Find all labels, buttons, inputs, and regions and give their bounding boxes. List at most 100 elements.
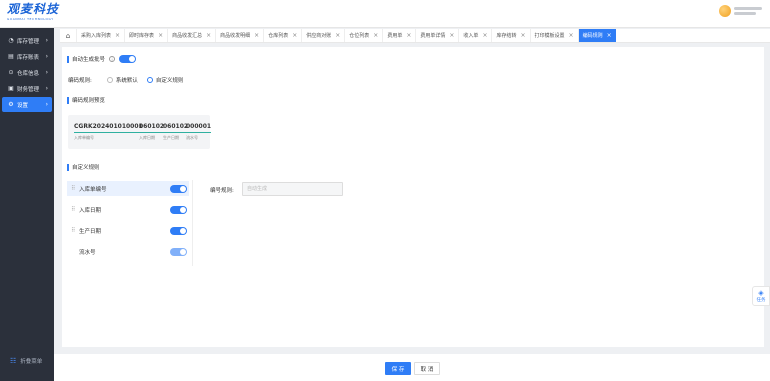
- drag-handle-icon[interactable]: ⠿: [71, 185, 79, 192]
- save-button[interactable]: 保 存: [385, 362, 411, 375]
- chevron-right-icon: ›: [45, 53, 48, 60]
- tab-supplier-reconcile[interactable]: 供应商对账 ×: [301, 29, 344, 42]
- tab-encoding-rules[interactable]: 编码规则 ×: [577, 29, 616, 42]
- drag-handle-icon: ⠿: [71, 248, 79, 255]
- section-marker: [67, 96, 69, 104]
- custom-rule-list: ⠿ 入库单编号 ⠿ 入库日期 ⠿ 生产日期 ⠿ 流水号: [67, 180, 193, 266]
- sidebar-item-label: 仓库信息: [17, 70, 40, 77]
- top-bar: 观麦科技 GUANMAI TECHNOLOGY: [0, 0, 770, 28]
- close-icon[interactable]: ×: [115, 32, 120, 39]
- close-icon[interactable]: ×: [254, 32, 259, 39]
- sidebar-item-inventory-management[interactable]: ◔ 库存管理 ›: [2, 33, 52, 48]
- close-icon[interactable]: ×: [292, 32, 297, 39]
- footer-bar: 保 存 取 消: [54, 354, 770, 381]
- rule-item-serial-number[interactable]: ⠿ 流水号: [67, 244, 189, 259]
- close-icon[interactable]: ×: [482, 32, 487, 39]
- preview-segment-caption: 生产日期: [163, 135, 179, 140]
- preview-title: 编码规则预览: [72, 98, 106, 104]
- close-icon[interactable]: ×: [158, 32, 163, 39]
- close-icon[interactable]: ×: [206, 32, 211, 39]
- sidebar-item-settings[interactable]: ⚙ 设置 ›: [2, 97, 52, 112]
- radio-custom-rule[interactable]: [146, 77, 153, 83]
- info-icon[interactable]: i: [109, 56, 116, 62]
- rule-toggle[interactable]: [170, 205, 187, 214]
- preview-title-row: 编码规则预览: [67, 96, 105, 104]
- tab-location-list[interactable]: 仓位列表 ×: [344, 29, 382, 42]
- radio-custom-rule-label[interactable]: 自定义规则: [156, 76, 184, 84]
- radio-system-default[interactable]: [106, 77, 113, 83]
- close-icon[interactable]: ×: [335, 32, 340, 39]
- task-float-button[interactable]: ◈ 任务: [752, 286, 770, 306]
- preview-segment-caption: 流水号: [186, 135, 198, 140]
- gear-icon: ⚙: [8, 101, 14, 108]
- rule-item-inbound-number[interactable]: ⠿ 入库单编号: [67, 181, 189, 196]
- chevron-right-icon: ›: [45, 101, 48, 108]
- radio-system-default-label[interactable]: 系统默认: [116, 76, 138, 84]
- section-marker: [67, 55, 69, 63]
- tab-label: 打印模板设置: [534, 33, 565, 39]
- rule-toggle[interactable]: [170, 184, 187, 193]
- ledger-icon: ▤: [8, 53, 14, 60]
- tab-realtime-stock[interactable]: 即时库存表 ×: [124, 29, 167, 42]
- main-content: 自动生成批号 i 编码规则: 系统默认 自定义规则 编码规则预览 CGRK202…: [62, 47, 764, 347]
- rule-field-input[interactable]: 自动生成: [242, 182, 343, 196]
- user-info-blurred: [734, 7, 762, 15]
- home-icon[interactable]: ⌂: [60, 32, 76, 40]
- close-icon[interactable]: ×: [607, 32, 612, 39]
- avatar[interactable]: [719, 5, 731, 17]
- preview-segment-value: 060102: [163, 123, 189, 133]
- auto-generate-toggle[interactable]: [119, 55, 137, 63]
- finance-icon: ▣: [8, 85, 14, 92]
- tab-goods-summary[interactable]: 商品收发汇总 ×: [167, 29, 215, 42]
- section-marker: [67, 163, 69, 171]
- rule-toggle[interactable]: [170, 247, 187, 256]
- close-icon[interactable]: ×: [449, 32, 454, 39]
- tab-stock-carryover[interactable]: 库存结转 ×: [491, 29, 529, 42]
- preview-segment: CGRK202401010001 入库单编号: [74, 123, 143, 141]
- tab-expense-detail[interactable]: 费用单详情 ×: [415, 29, 458, 42]
- tab-income[interactable]: 收入单 ×: [458, 29, 491, 42]
- preview-segment-value: 060102: [139, 123, 165, 133]
- close-icon[interactable]: ×: [520, 32, 525, 39]
- close-icon[interactable]: ×: [373, 32, 378, 39]
- sidebar-item-warehouse-info[interactable]: ⊙ 仓库信息 ›: [2, 65, 52, 80]
- collapse-menu-label: 折叠菜单: [20, 359, 43, 365]
- encoding-rule-row: 编码规则: 系统默认 自定义规则: [68, 76, 183, 84]
- sidebar-item-inventory-ledger[interactable]: ▤ 库存账表 ›: [2, 49, 52, 64]
- encoding-rule-label: 编码规则:: [68, 78, 92, 84]
- rule-item-label: 入库日期: [79, 207, 102, 214]
- drag-handle-icon[interactable]: ⠿: [71, 206, 79, 213]
- close-icon[interactable]: ×: [406, 32, 411, 39]
- tab-expense[interactable]: 费用单 ×: [382, 29, 415, 42]
- sidebar-item-finance[interactable]: ▣ 财务管理 ›: [2, 81, 52, 96]
- tab-warehouse-list[interactable]: 仓库列表 ×: [263, 29, 301, 42]
- preview-segment-value: CGRK202401010001: [74, 123, 143, 133]
- tab-label: 收入单: [463, 33, 479, 39]
- tab-label: 仓位列表: [349, 33, 370, 39]
- tab-label: 库存结转: [496, 33, 517, 39]
- tab-label: 即时库存表: [129, 33, 155, 39]
- rule-item-inbound-date[interactable]: ⠿ 入库日期: [67, 202, 189, 217]
- collapse-menu-button[interactable]: ☷ 折叠菜单: [10, 357, 42, 365]
- rule-item-label: 生产日期: [79, 228, 102, 235]
- sidebar-item-label: 财务管理: [17, 86, 40, 93]
- tab-purchase-inbound[interactable]: 采购入库列表 ×: [76, 29, 124, 42]
- custom-rules-title-row: 自定义规则: [67, 163, 100, 171]
- tab-label: 费用单详情: [420, 33, 446, 39]
- tab-print-template[interactable]: 打印模板设置 ×: [529, 29, 578, 42]
- tab-label: 商品收发明细: [220, 33, 251, 39]
- tab-label: 编码规则: [582, 33, 603, 39]
- sidebar-item-label: 库存账表: [17, 54, 40, 61]
- rule-item-production-date[interactable]: ⠿ 生产日期: [67, 223, 189, 238]
- drag-handle-icon[interactable]: ⠿: [71, 227, 79, 234]
- user-menu[interactable]: [719, 5, 762, 17]
- close-icon[interactable]: ×: [569, 32, 574, 39]
- warehouse-icon: ⊙: [8, 69, 14, 76]
- custom-rules-title: 自定义规则: [72, 165, 100, 171]
- preview-segment-value: 000001: [186, 123, 212, 133]
- cancel-button[interactable]: 取 消: [414, 362, 440, 375]
- rule-toggle[interactable]: [170, 226, 187, 235]
- tab-label: 仓库列表: [268, 33, 289, 39]
- chevron-right-icon: ›: [45, 85, 48, 92]
- tab-goods-detail[interactable]: 商品收发明细 ×: [215, 29, 263, 42]
